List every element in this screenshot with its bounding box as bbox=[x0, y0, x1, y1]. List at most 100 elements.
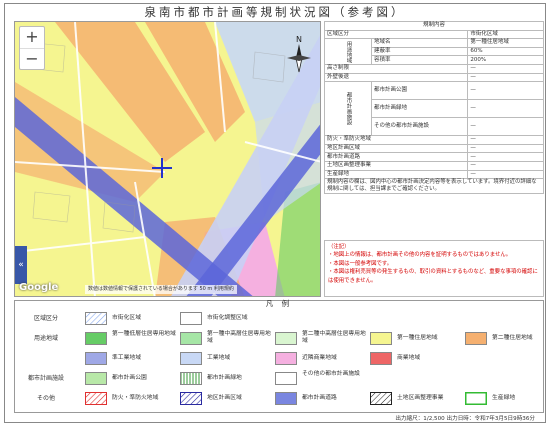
legend-item-label: 市街化区域 bbox=[112, 315, 141, 321]
legend-row-label: 用途地域 bbox=[33, 335, 58, 342]
legend-swatch bbox=[465, 392, 487, 405]
row-value: 60% bbox=[467, 46, 544, 57]
legend-row: その他 防火・準防火地域 地区計画区域 都市計画道路 土地区画整理事業 生産緑地 bbox=[15, 389, 543, 409]
row-value: — bbox=[467, 72, 544, 83]
legend-swatch bbox=[85, 372, 107, 385]
north-arrow-icon: N bbox=[284, 34, 314, 74]
row-label: 外壁後退 bbox=[323, 72, 469, 83]
row-value: — bbox=[467, 117, 544, 137]
legend-swatch bbox=[180, 332, 202, 345]
legend-row-label: その他 bbox=[36, 395, 55, 402]
page-title: 泉南市都市計画等規制状況図（参考図） bbox=[144, 5, 406, 19]
legend-swatch bbox=[275, 392, 297, 405]
legend-row-label: 区域区分 bbox=[33, 315, 58, 322]
legend-item-label: 都市計画道路 bbox=[302, 395, 337, 401]
legend-row: 準工業地域 工業地域 近隣商業地域 商業地域 bbox=[15, 349, 543, 369]
row-value: — bbox=[467, 135, 544, 145]
legend-item-label: 第二種中高層住居専用地域 bbox=[302, 331, 366, 344]
row-value: — bbox=[467, 81, 544, 101]
legend-swatch bbox=[275, 332, 297, 345]
legend-swatch bbox=[180, 392, 202, 405]
expand-panel-button[interactable]: « bbox=[15, 246, 27, 284]
row-label: 地域名 bbox=[370, 38, 469, 48]
legend-swatch bbox=[180, 372, 202, 385]
row-label: 都市計画公園 bbox=[370, 81, 469, 101]
row-label: 防火・準防火地域 bbox=[323, 135, 469, 145]
google-logo: Google bbox=[19, 282, 59, 293]
legend-title: 凡 例 bbox=[265, 299, 293, 308]
row-value: 市街化区域 bbox=[467, 29, 544, 40]
legend-swatch bbox=[370, 332, 392, 345]
legend-row: 区域区分 市街化区域 市街化調整区域 bbox=[15, 309, 543, 329]
row-value: — bbox=[467, 143, 544, 154]
legend-item-label: 準工業地域 bbox=[112, 355, 141, 361]
legend-row: 用途地域 第一種低層住居専用地域 第一種中高層住居専用地域 第二種中高層住居専用地域 第… bbox=[15, 329, 543, 349]
legend-item-label: 市街化調整区域 bbox=[207, 315, 248, 321]
map-attribution: 数値は数値情報で保護されている場合があります 50 m 利用規約 bbox=[85, 285, 237, 294]
legend-item-label: 防火・準防火地域 bbox=[112, 395, 159, 401]
row-value: — bbox=[467, 63, 544, 74]
row-value: 第一種住居地域 bbox=[467, 38, 544, 48]
svg-text:N: N bbox=[296, 35, 302, 44]
legend-item-label: その他の都市計画施設 bbox=[302, 371, 360, 377]
row-label: 高さ制限 bbox=[323, 63, 469, 74]
row-label: 生産緑地 bbox=[323, 169, 469, 180]
row-label: 容積率 bbox=[370, 55, 469, 65]
legend-swatch bbox=[370, 352, 392, 365]
legend-row-label: 都市計画施設 bbox=[27, 375, 64, 382]
legend-item-label: 生産緑地 bbox=[492, 395, 516, 401]
row-label: 建蔽率 bbox=[370, 46, 469, 57]
row-label: 地区計画区域 bbox=[323, 143, 469, 154]
regulation-table: 規制内容 区域区分 市街化区域 用途地域 地域名 第一種住居地域 建蔽率 60%… bbox=[323, 21, 544, 195]
group-label-youto: 用途地域 bbox=[324, 38, 372, 65]
legend-swatch bbox=[275, 352, 297, 365]
row-label: 土地区画整理事業 bbox=[323, 160, 469, 171]
legend-swatch bbox=[180, 312, 202, 325]
legend-row: 都市計画施設 都市計画公園 都市計画緑地 その他の都市計画施設 bbox=[15, 369, 543, 389]
legend-item-label: 工業地域 bbox=[207, 355, 231, 361]
legend: 凡 例 区域区分 市街化区域 市街化調整区域用途地域 第一種低層住居専用地域 第一種中高… bbox=[14, 299, 544, 413]
map-view[interactable]: + − N « Google 数値は数値情報で保護されている場合があります 50… bbox=[14, 21, 321, 297]
legend-item-label: 第二種住居地域 bbox=[492, 335, 533, 341]
legend-swatch bbox=[465, 332, 487, 345]
legend-item-label: 地区計画区域 bbox=[207, 395, 242, 401]
legend-swatch bbox=[370, 392, 392, 405]
zoom-out-button[interactable]: − bbox=[20, 49, 44, 71]
legend-item-label: 商業地域 bbox=[397, 355, 421, 361]
caution-box: （注記） ・地図上の情報は、都市計画その他の内容を証明するものではありません。 … bbox=[324, 240, 544, 297]
legend-swatch bbox=[85, 352, 107, 365]
row-value: — bbox=[467, 169, 544, 180]
row-value: 200% bbox=[467, 55, 544, 65]
zoom-in-button[interactable]: + bbox=[20, 27, 44, 49]
legend-swatch bbox=[180, 352, 202, 365]
legend-item-label: 近隣商業地域 bbox=[302, 355, 337, 361]
output-info: 出力縮尺：1/2,500 出力日時：令和7年3月5日9時36分 bbox=[395, 416, 535, 422]
legend-swatch bbox=[85, 332, 107, 345]
row-label: 都市計画道路 bbox=[323, 152, 469, 162]
legend-swatch bbox=[85, 392, 107, 405]
regulation-notes: 規制内容の欄は、図内中心の都市計画決定内容等を表示しています。境界付近の詳細な規… bbox=[324, 178, 544, 195]
regulation-header: 規制内容 bbox=[324, 21, 544, 31]
row-label: 都市計画緑地 bbox=[370, 99, 469, 119]
legend-item-label: 都市計画緑地 bbox=[207, 375, 242, 381]
legend-item-label: 第一種住居地域 bbox=[397, 335, 438, 341]
row-label: 区域区分 bbox=[323, 29, 469, 40]
caution-line: ・本図は一般参考図です。 bbox=[328, 260, 393, 267]
legend-swatch bbox=[85, 312, 107, 325]
caution-title: （注記） bbox=[328, 244, 350, 250]
legend-item-label: 都市計画公園 bbox=[112, 375, 147, 381]
zoom-control: + − bbox=[19, 26, 45, 70]
legend-item-label: 土地区画整理事業 bbox=[397, 395, 444, 401]
caution-line: ・地図上の情報は、都市計画その他の内容を証明するものではありません。 bbox=[328, 252, 512, 259]
legend-item-label: 第一種中高層住居専用地域 bbox=[207, 331, 271, 344]
row-value: — bbox=[467, 152, 544, 162]
group-label-shisetsu: 都市計画施設 bbox=[324, 81, 372, 137]
row-value: — bbox=[467, 160, 544, 171]
legend-item-label: 第一種低層住居専用地域 bbox=[112, 331, 176, 337]
regulation-info-panel: 規制内容 区域区分 市街化区域 用途地域 地域名 第一種住居地域 建蔽率 60%… bbox=[323, 21, 544, 195]
page-frame: 泉南市都市計画等規制状況図（参考図） + − N « Google 数値は数値情… bbox=[4, 3, 546, 423]
legend-swatch bbox=[275, 372, 297, 385]
row-label: その他の都市計画施設 bbox=[370, 117, 469, 137]
caution-line: ・本図は権利売買等の発生するもの、取引の資料とするものなど、重要な事項の確認には… bbox=[328, 269, 538, 284]
map-canvas[interactable] bbox=[15, 22, 321, 297]
